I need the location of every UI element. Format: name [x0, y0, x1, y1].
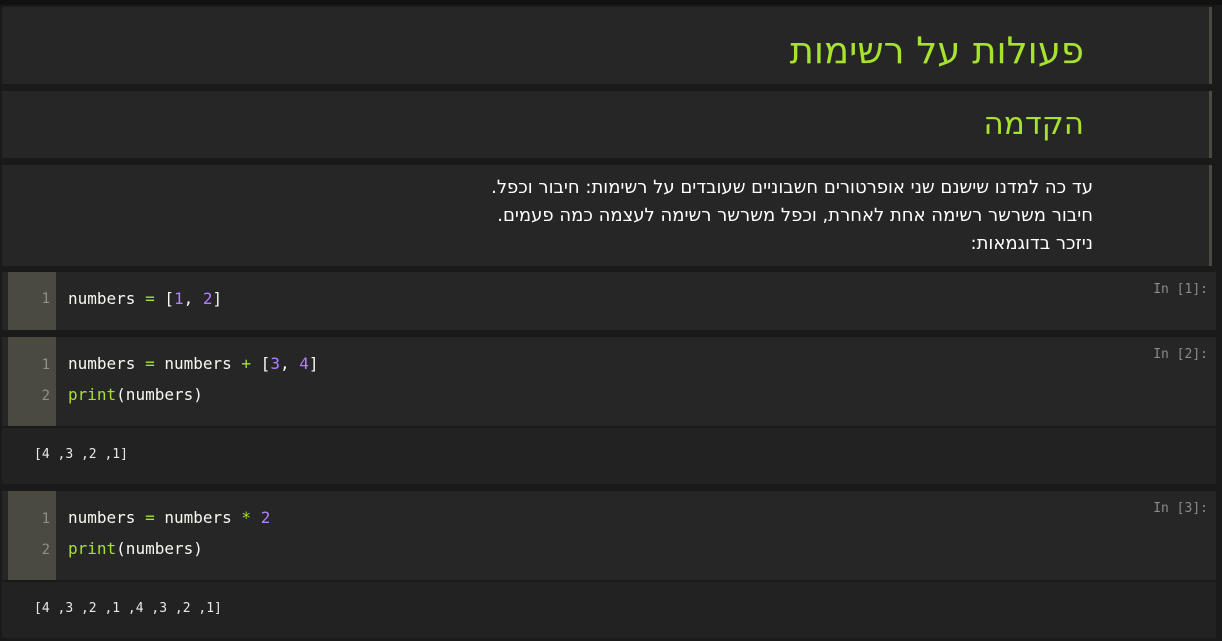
code-cell-2[interactable]: 1 2 numbers = numbers + [3, 4] print(num… [2, 337, 1216, 426]
code-token: = [145, 354, 155, 373]
line-number-gutter: 1 2 [8, 337, 56, 426]
top-bar [0, 0, 1222, 5]
code-token: 2 [202, 289, 213, 308]
code-token: ] [308, 354, 319, 373]
code-token: 3 [270, 354, 280, 373]
output-area-2: [1, 2, 3, 4] [2, 428, 1216, 484]
line-number-gutter: 1 [8, 272, 56, 330]
code-line[interactable]: numbers = [1, 2] [68, 289, 222, 308]
line-number: 1 [41, 291, 50, 307]
code-token: 2 [260, 508, 271, 527]
code-token: 1 [173, 289, 184, 308]
code-cell-1[interactable]: 1 numbers = [1, 2] In [1]: [2, 272, 1216, 330]
output-area-3: [1, 2, 3, 4, 1, 2, 3, 4] [2, 582, 1216, 638]
input-prompt: In [3]: [1153, 501, 1208, 516]
code-token: ] [212, 289, 223, 308]
code-token: numbers [68, 289, 146, 308]
code-line[interactable]: print(numbers) [68, 385, 203, 404]
section-heading: הקדמה [983, 106, 1084, 142]
line-number: 1 [41, 511, 50, 527]
intro-line: עד כה למדנו שישנם שני אופרטורים חשבוניים… [491, 177, 1093, 198]
code-token: numbers [154, 508, 242, 527]
output-text: [1, 2, 3, 4] [34, 447, 128, 462]
code-token: [ [154, 289, 174, 308]
output-text: [1, 2, 3, 4, 1, 2, 3, 4] [34, 601, 222, 616]
code-token: print [68, 385, 117, 404]
markdown-cell-section[interactable]: הקדמה [2, 91, 1212, 158]
code-token: print [68, 539, 117, 558]
code-token: numbers [154, 354, 242, 373]
code-token: * [241, 508, 252, 527]
code-token: = [145, 508, 155, 527]
code-cell-3[interactable]: 1 2 numbers = numbers * 2 print(numbers)… [2, 491, 1216, 580]
code-token: (numbers) [116, 539, 203, 558]
notebook-title: פעולות על רשימות [789, 29, 1084, 72]
intro-paragraph: עד כה למדנו שישנם שני אופרטורים חשבוניים… [491, 174, 1093, 258]
line-number: 2 [41, 388, 50, 404]
line-number: 1 [41, 357, 50, 373]
code-token: + [241, 354, 252, 373]
code-token: , [183, 289, 203, 308]
code-token: , [279, 354, 300, 373]
code-token: numbers [68, 354, 146, 373]
code-token: (numbers) [116, 385, 203, 404]
markdown-cell-intro[interactable]: עד כה למדנו שישנם שני אופרטורים חשבוניים… [2, 165, 1212, 266]
line-number-gutter: 1 2 [8, 491, 56, 580]
markdown-cell-title[interactable]: פעולות על רשימות [2, 7, 1212, 84]
code-line[interactable]: numbers = numbers * 2 [68, 508, 270, 527]
intro-line: ניזכר בדוגמאות: [970, 233, 1093, 254]
code-token: [ [251, 354, 271, 373]
code-line[interactable]: numbers = numbers + [3, 4] [68, 354, 319, 373]
code-line[interactable]: print(numbers) [68, 539, 203, 558]
code-token: numbers [68, 508, 146, 527]
intro-line: חיבור משרשר רשימה אחת לאחרת, וכפל משרשר … [497, 205, 1093, 226]
code-token: 4 [299, 354, 309, 373]
input-prompt: In [2]: [1153, 347, 1208, 362]
line-number: 2 [41, 542, 50, 558]
input-prompt: In [1]: [1153, 282, 1208, 297]
code-token: = [145, 289, 155, 308]
